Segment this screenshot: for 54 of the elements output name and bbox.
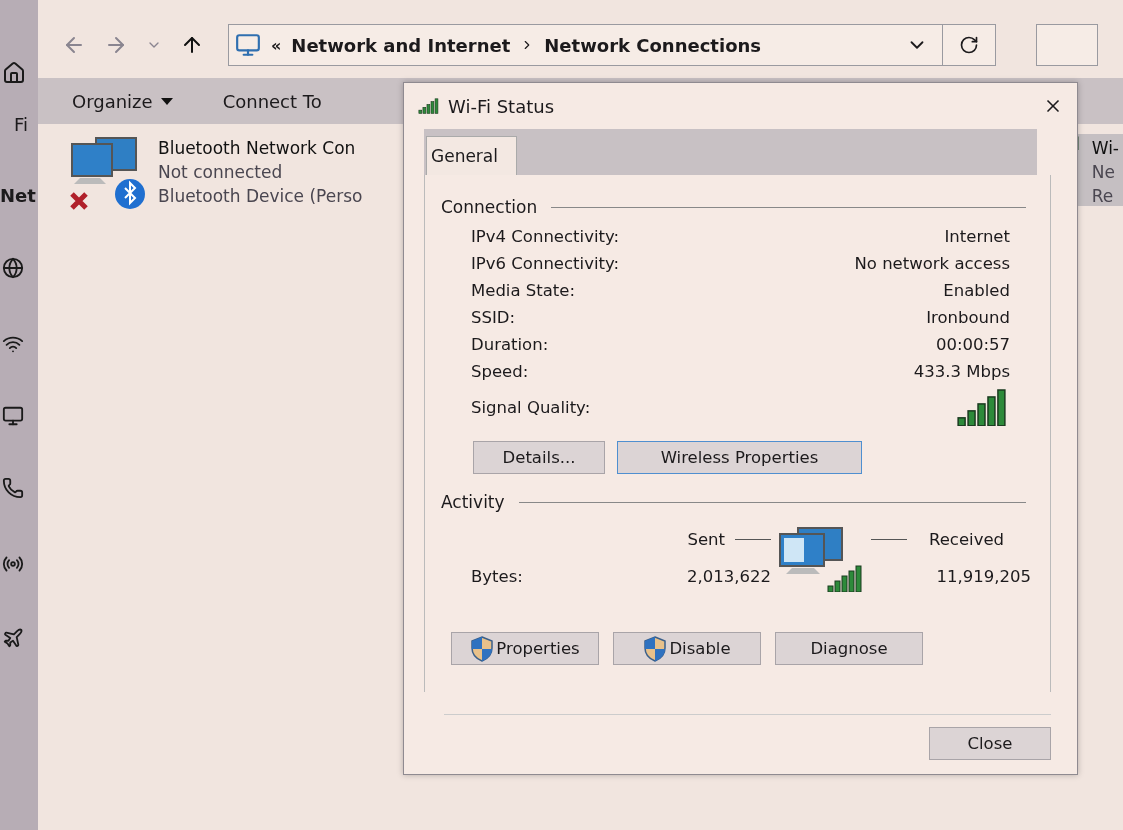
caret-icon [160, 97, 173, 105]
globe-icon[interactable] [2, 257, 24, 279]
dialog-button[interactable]: Wireless Properties [617, 441, 862, 474]
connection-name: Wi- [1091, 137, 1119, 160]
sent-bytes: 2,013,622 [686, 567, 771, 586]
dialog-button[interactable]: Details... [473, 441, 605, 474]
connection-item[interactable]: Bluetooth Network Con Not connected Bluetooth Device (Perso [38, 134, 367, 206]
dialog-button[interactable]: Disable [613, 632, 761, 665]
field-label: Signal Quality: [471, 397, 591, 417]
breadcrumb-item[interactable]: Network and Internet [291, 34, 511, 56]
field-value: 433.3 Mbps [913, 362, 1010, 381]
bytes-label: Bytes: [471, 567, 524, 586]
field-label: Speed: [471, 362, 529, 381]
dialog-button[interactable]: Properties [451, 632, 599, 665]
airplane-icon[interactable] [2, 627, 24, 649]
field-label: Media State: [471, 281, 576, 300]
command-button[interactable]: Organize [72, 90, 173, 112]
connection-device: Bluetooth Device (Perso [158, 185, 363, 208]
field-value: Internet [944, 227, 1010, 246]
field-label: IPv6 Connectivity: [471, 254, 620, 273]
field-label: Duration: [471, 335, 549, 354]
network-computers-icon [778, 524, 864, 592]
bluetooth-network-icon [68, 136, 146, 212]
connection-status: Ne [1091, 161, 1116, 184]
field-value: Ironbound [926, 308, 1010, 327]
overflow-chevrons[interactable]: « [271, 35, 282, 55]
home-icon[interactable] [2, 61, 26, 85]
dialog-button[interactable]: Diagnose [775, 632, 923, 665]
address-bar[interactable]: « Network and Internet Network Connections [228, 24, 996, 66]
field-value: 00:00:57 [935, 335, 1010, 354]
field-value: No network access [854, 254, 1010, 273]
refresh-icon[interactable] [959, 35, 979, 55]
dialog-title: Wi-Fi Status [448, 95, 555, 117]
tab[interactable]: General [426, 136, 517, 175]
connection-status: Not connected [158, 161, 284, 184]
monitor-icon[interactable] [2, 405, 24, 427]
phone-icon[interactable] [2, 477, 24, 499]
received-bytes: 11,919,205 [935, 567, 1031, 586]
wifi-signal-icon [418, 98, 440, 114]
section-heading: Net [0, 183, 36, 208]
received-label: Received [929, 530, 1005, 549]
section-heading: Activity [441, 492, 505, 512]
command-button[interactable]: Connect To [222, 90, 322, 112]
connection-name: Bluetooth Network Con [158, 137, 357, 160]
search-field[interactable] [1036, 24, 1098, 66]
field-label: SSID: [471, 308, 516, 327]
sent-label: Sent [687, 530, 725, 549]
field-label: IPv4 Connectivity: [471, 227, 620, 246]
connection-device: Re [1091, 185, 1115, 208]
breadcrumb-item[interactable]: Network Connections [544, 34, 762, 56]
close-button[interactable]: Close [929, 727, 1051, 760]
section-heading: Connection [441, 197, 538, 217]
field-value: Enabled [943, 281, 1010, 300]
search-text: Fi [13, 112, 29, 137]
